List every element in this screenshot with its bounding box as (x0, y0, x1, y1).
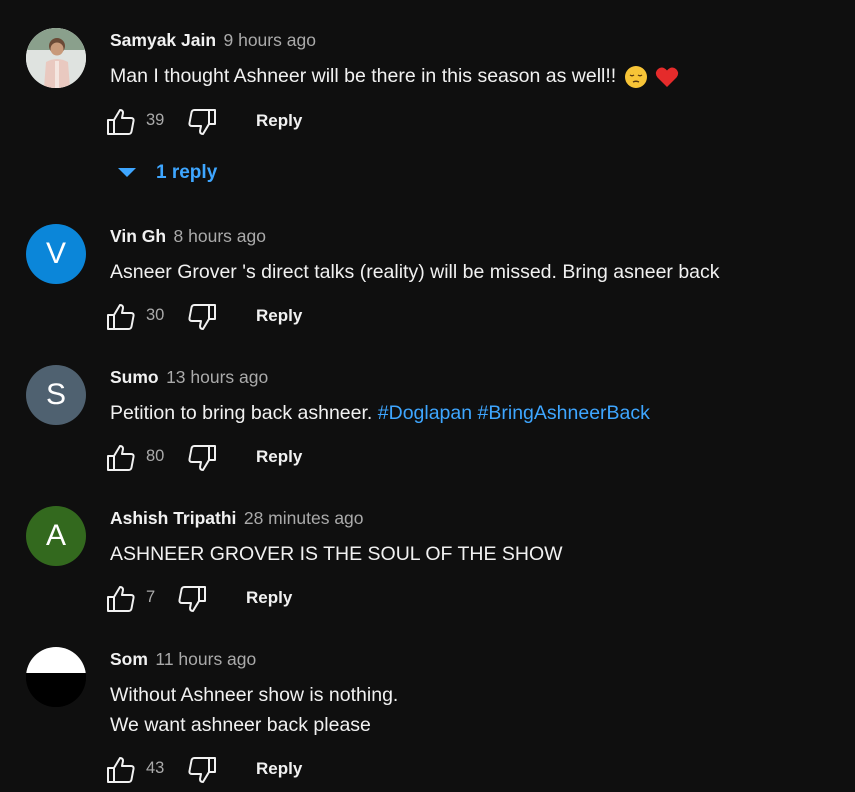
reply-button[interactable]: Reply (246, 588, 292, 608)
hashtag-link[interactable]: #Doglapan (378, 402, 472, 424)
reply-button[interactable]: Reply (256, 447, 302, 467)
red-heart-emoji (655, 67, 679, 87)
thumbs-up-icon (107, 586, 135, 612)
reply-button[interactable]: Reply (256, 111, 302, 131)
thumbs-up-icon (107, 445, 135, 471)
timestamp[interactable]: 8 hours ago (174, 226, 266, 246)
thumbs-down-icon (178, 586, 206, 612)
like-button[interactable] (106, 755, 138, 785)
like-count: 7 (146, 588, 156, 606)
profile-photo (26, 28, 86, 88)
like-button[interactable] (106, 584, 138, 614)
author-name[interactable]: Sumo (110, 367, 159, 387)
reply-button[interactable]: Reply (256, 306, 302, 326)
chevron-down-icon (118, 168, 136, 177)
comment-header: Ashish Tripathi 28 minutes ago (110, 508, 364, 529)
reply-button[interactable]: Reply (256, 759, 302, 779)
comment-header: Som 11 hours ago (110, 649, 256, 670)
author-name[interactable]: Samyak Jain (110, 30, 216, 50)
profile-photo (26, 647, 86, 707)
comment-text: Asneer Grover 's direct talks (reality) … (110, 257, 720, 287)
thumbs-up-icon (107, 304, 135, 330)
comment-actions: 43 Reply (106, 755, 806, 785)
comment-thread: V Vin Gh 8 hours ago Asneer Grover 's di… (0, 224, 855, 334)
pensive-face-emoji (624, 65, 647, 88)
avatar-letter: V (45, 237, 66, 270)
comment-text: Petition to bring back ashneer. #Doglapa… (110, 398, 650, 428)
thumbs-down-icon (188, 757, 216, 783)
author-name[interactable]: Ashish Tripathi (110, 508, 236, 528)
comment-thread: Samyak Jain 9 hours ago Man I thought As… (0, 28, 855, 188)
avatar[interactable]: A (26, 506, 86, 566)
comment-text-line: Without Ashneer show is nothing. (110, 684, 399, 706)
like-button[interactable] (106, 443, 138, 473)
timestamp[interactable]: 13 hours ago (166, 367, 268, 387)
comment-actions: 7 Reply (106, 584, 806, 614)
thumbs-down-icon (188, 304, 216, 330)
timestamp[interactable]: 28 minutes ago (244, 508, 364, 528)
comment-text-body: Asneer Grover 's direct talks (reality) … (110, 261, 720, 283)
avatar[interactable] (26, 28, 86, 88)
thumbs-up-icon (107, 109, 135, 135)
comment-text: ASHNEER GROVER IS THE SOUL OF THE SHOW (110, 539, 563, 569)
like-count: 43 (146, 759, 165, 777)
author-name[interactable]: Vin Gh (110, 226, 166, 246)
dislike-button[interactable] (187, 755, 219, 785)
hashtag-link[interactable]: #BringAshneerBack (478, 402, 650, 424)
dislike-button[interactable] (187, 107, 219, 137)
dislike-button[interactable] (187, 443, 219, 473)
comment-header: Sumo 13 hours ago (110, 367, 268, 388)
timestamp[interactable]: 11 hours ago (155, 649, 256, 669)
like-button[interactable] (106, 302, 138, 332)
avatar[interactable]: V (26, 224, 86, 284)
timestamp[interactable]: 9 hours ago (224, 30, 316, 50)
author-name[interactable]: Som (110, 649, 148, 669)
thumbs-down-icon (188, 445, 216, 471)
comment-text-body: Man I thought Ashneer will be there in t… (110, 65, 617, 87)
like-count: 80 (146, 447, 165, 465)
comment-actions: 80 Reply (106, 443, 806, 473)
comment-actions: 30 Reply (106, 302, 806, 332)
avatar[interactable]: S (26, 365, 86, 425)
view-replies-button[interactable]: 1 reply (116, 160, 256, 188)
avatar-letter: A (45, 519, 66, 552)
comment-thread: Som 11 hours ago Without Ashneer show is… (0, 647, 855, 792)
comment-header: Vin Gh 8 hours ago (110, 226, 266, 247)
replies-count-label: 1 reply (156, 162, 218, 183)
comment-thread: S Sumo 13 hours ago Petition to bring ba… (0, 365, 855, 475)
thumbs-down-icon (188, 109, 216, 135)
comment-text-line: We want ashneer back please (110, 714, 371, 736)
like-count: 30 (146, 306, 165, 324)
comment-text-body: ASHNEER GROVER IS THE SOUL OF THE SHOW (110, 543, 563, 565)
thumbs-up-icon (107, 757, 135, 783)
comment-text: Without Ashneer show is nothing. We want… (110, 680, 398, 740)
dislike-button[interactable] (187, 302, 219, 332)
avatar-letter: S (45, 378, 66, 411)
avatar[interactable] (26, 647, 86, 707)
comment-thread: A Ashish Tripathi 28 minutes ago ASHNEER… (0, 506, 855, 616)
comment-text-body: Petition to bring back ashneer. (110, 402, 373, 424)
comment-text: Man I thought Ashneer will be there in t… (110, 61, 679, 91)
like-button[interactable] (106, 107, 138, 137)
comment-header: Samyak Jain 9 hours ago (110, 30, 316, 51)
dislike-button[interactable] (177, 584, 209, 614)
comment-actions: 39 Reply (106, 107, 806, 137)
like-count: 39 (146, 111, 165, 129)
